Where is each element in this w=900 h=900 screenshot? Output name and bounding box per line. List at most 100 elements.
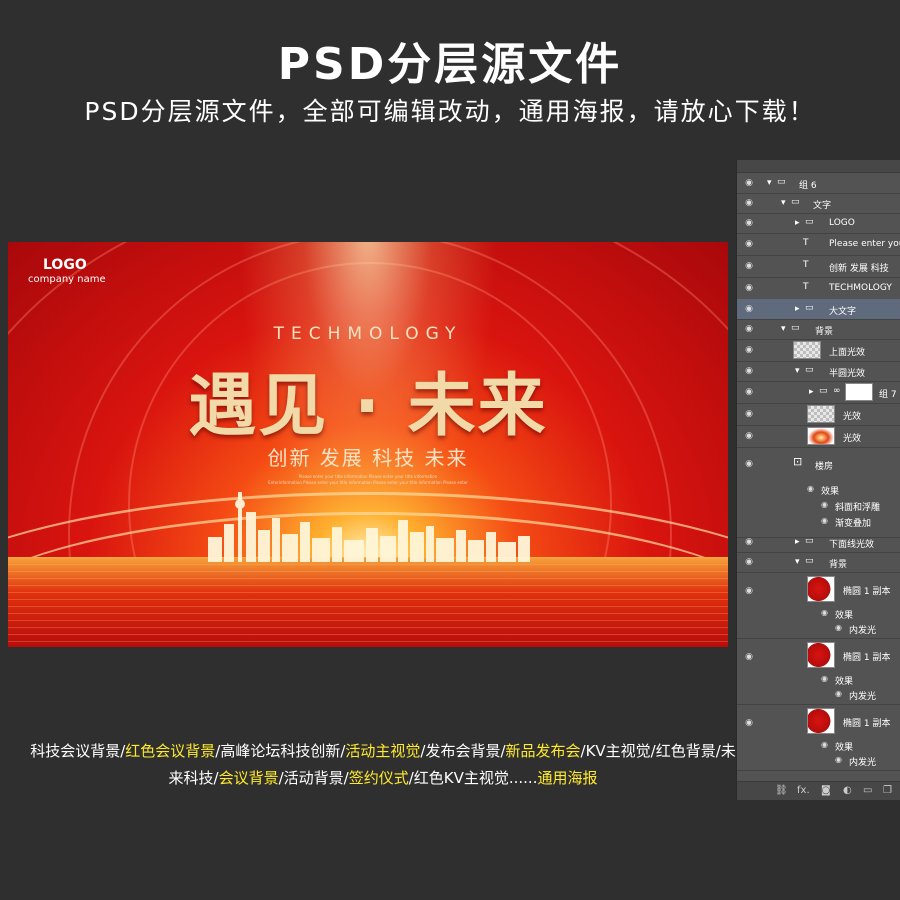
collapse-arrow-icon[interactable]: ▸ bbox=[809, 387, 814, 397]
effect-eye-icon[interactable]: ◉ bbox=[835, 755, 842, 764]
caption-highlight: 活动主视觉 bbox=[345, 742, 421, 760]
layer-label: TECHMOLOGY bbox=[829, 283, 892, 293]
visibility-eye-icon[interactable]: ◉ bbox=[743, 718, 755, 728]
layer-row-background-group[interactable]: ◉ ▾ ▭ 背景 bbox=[737, 319, 900, 340]
expand-arrow-icon[interactable]: ▾ bbox=[781, 198, 786, 208]
effects-label: 效果 bbox=[835, 677, 854, 687]
effect-eye-icon[interactable]: ◉ bbox=[821, 500, 828, 509]
expand-arrow-icon[interactable]: ▾ bbox=[795, 366, 800, 376]
visibility-eye-icon[interactable]: ◉ bbox=[743, 261, 755, 271]
poster-floor bbox=[8, 557, 728, 647]
visibility-eye-icon[interactable]: ◉ bbox=[743, 652, 755, 662]
visibility-eye-icon[interactable]: ◉ bbox=[743, 366, 755, 376]
caption-part: /红色KV主视觉...... bbox=[408, 769, 538, 787]
effect-eye-icon[interactable]: ◉ bbox=[835, 623, 842, 632]
visibility-eye-icon[interactable]: ◉ bbox=[743, 459, 755, 469]
layer-label: 背景 bbox=[829, 560, 848, 570]
layer-row-ellipse-copy[interactable]: ◉ 椭圆 1 副本 ◉ 效果 ◉ 内发光 bbox=[737, 638, 900, 705]
poster-company-name: company name bbox=[28, 274, 106, 285]
visibility-eye-icon[interactable]: ◉ bbox=[743, 409, 755, 419]
visibility-eye-icon[interactable]: ◉ bbox=[743, 239, 755, 249]
folder-icon: ▭ bbox=[805, 217, 814, 227]
layer-row-text[interactable]: ◉ T TECHMOLOGY bbox=[737, 277, 900, 300]
visibility-eye-icon[interactable]: ◉ bbox=[743, 304, 755, 314]
effect-inner-glow-label: 内发光 bbox=[849, 692, 877, 702]
layer-row-text[interactable]: ◉ T Please enter you bbox=[737, 233, 900, 256]
collapse-arrow-icon[interactable]: ▸ bbox=[795, 304, 800, 314]
folder-icon: ▭ bbox=[805, 365, 814, 375]
layers-panel: ◉ ▾ ▭ 组 6 ◉ ▾ ▭ 文字 ◉ ▸ ▭ LOGO ◉ T Please… bbox=[736, 160, 900, 800]
keyword-caption: 科技会议背景/红色会议背景/高峰论坛科技创新/活动主视觉/发布会背景/新品发布会… bbox=[30, 738, 736, 792]
caption-part: /高峰论坛科技创新/ bbox=[215, 742, 346, 760]
expand-arrow-icon[interactable]: ▾ bbox=[781, 324, 786, 334]
layer-row-background-subgroup[interactable]: ◉ ▾ ▭ 背景 bbox=[737, 552, 900, 573]
poster-tagline: TECHMOLOGY bbox=[273, 324, 463, 344]
effects-label: 效果 bbox=[835, 743, 854, 753]
layer-row-text-group[interactable]: ◉ ▾ ▭ 文字 bbox=[737, 193, 900, 214]
visibility-eye-icon[interactable]: ◉ bbox=[743, 218, 755, 228]
collapse-arrow-icon[interactable]: ▸ bbox=[795, 218, 800, 228]
visibility-eye-icon[interactable]: ◉ bbox=[743, 345, 755, 355]
layer-row-light[interactable]: ◉ 光效 bbox=[737, 425, 900, 448]
visibility-eye-icon[interactable]: ◉ bbox=[743, 537, 755, 547]
new-layer-icon[interactable]: ❐ bbox=[883, 785, 892, 796]
effect-eye-icon[interactable]: ◉ bbox=[821, 674, 828, 683]
layer-row-big-text[interactable]: ◉ ▸ ▭ 大文字 bbox=[737, 299, 900, 320]
effect-eye-icon[interactable]: ◉ bbox=[821, 608, 828, 617]
layer-thumbnail bbox=[807, 576, 835, 602]
layer-thumbnail bbox=[807, 642, 835, 668]
effect-eye-icon[interactable]: ◉ bbox=[835, 689, 842, 698]
page-subtitle: PSD分层源文件，全部可编辑改动，通用海报，请放心下载！ bbox=[84, 97, 816, 126]
mask-icon[interactable]: ◙ bbox=[821, 785, 831, 796]
layer-row-buildings[interactable]: ◉ ⊡ 楼房 ◉ 效果 ◉ 斜面和浮雕 ◉ 渐变叠加 bbox=[737, 447, 900, 538]
layer-label: 组 6 bbox=[799, 181, 817, 191]
poster-small-text: Please enter your title information Plea… bbox=[298, 474, 438, 479]
layer-row-logo[interactable]: ◉ ▸ ▭ LOGO bbox=[737, 213, 900, 234]
visibility-eye-icon[interactable]: ◉ bbox=[743, 283, 755, 293]
layer-row-ellipse-copy[interactable]: ◉ 椭圆 1 副本 ◉ 效果 ◉ 内发光 bbox=[737, 572, 900, 639]
fx-icon[interactable]: fx. bbox=[797, 785, 810, 796]
visibility-eye-icon[interactable]: ◉ bbox=[743, 586, 755, 596]
layer-label: 光效 bbox=[843, 434, 862, 444]
layer-row-text[interactable]: ◉ T 创新 发展 科技 bbox=[737, 255, 900, 278]
expand-arrow-icon[interactable]: ▾ bbox=[795, 557, 800, 567]
link-icon[interactable]: ⛓ bbox=[775, 785, 788, 796]
layer-label: 上面光效 bbox=[829, 348, 866, 358]
collapse-arrow-icon[interactable]: ▸ bbox=[795, 537, 800, 547]
visibility-eye-icon[interactable]: ◉ bbox=[743, 387, 755, 397]
effects-label: 效果 bbox=[821, 487, 840, 497]
layer-row-half-circle-light[interactable]: ◉ ▾ ▭ 半圆光效 bbox=[737, 361, 900, 382]
visibility-eye-icon[interactable]: ◉ bbox=[743, 198, 755, 208]
layer-label: Please enter you bbox=[829, 239, 900, 249]
visibility-eye-icon[interactable]: ◉ bbox=[743, 557, 755, 567]
layer-thumbnail bbox=[807, 405, 835, 423]
layer-row-ellipse-copy[interactable]: ◉ 椭圆 1 副本 ◉ 效果 ◉ 内发光 bbox=[737, 704, 900, 771]
folder-icon[interactable]: ▭ bbox=[863, 785, 872, 796]
poster-logo: LOGO bbox=[43, 257, 87, 273]
effect-eye-icon[interactable]: ◉ bbox=[807, 484, 814, 493]
effect-eye-icon[interactable]: ◉ bbox=[821, 516, 828, 525]
visibility-eye-icon[interactable]: ◉ bbox=[743, 431, 755, 441]
effect-eye-icon[interactable]: ◉ bbox=[821, 740, 828, 749]
visibility-eye-icon[interactable]: ◉ bbox=[743, 178, 755, 188]
visibility-eye-icon[interactable]: ◉ bbox=[743, 324, 755, 334]
layer-row-bottom-line-light[interactable]: ◉ ▸ ▭ 下面线光效 bbox=[737, 532, 900, 553]
layer-thumbnail bbox=[807, 427, 835, 445]
effect-inner-glow-label: 内发光 bbox=[849, 626, 877, 636]
folder-icon: ▭ bbox=[777, 177, 786, 187]
layer-label: 创新 发展 科技 bbox=[829, 264, 889, 274]
layer-label: 下面线光效 bbox=[829, 540, 875, 550]
expand-arrow-icon[interactable]: ▾ bbox=[767, 178, 772, 188]
layer-row-top-light[interactable]: ◉ 上面光效 bbox=[737, 339, 900, 362]
layer-row-group-6[interactable]: ◉ ▾ ▭ 组 6 bbox=[737, 173, 900, 194]
layer-label: 组 7 bbox=[879, 390, 897, 400]
caption-highlight: 通用海报 bbox=[537, 769, 598, 787]
layer-label: 大文字 bbox=[829, 307, 857, 317]
layer-row-group-7[interactable]: ◉ ▸ ▭ ∞ 组 7 bbox=[737, 381, 900, 404]
effect-gradient-label: 渐变叠加 bbox=[835, 519, 872, 529]
folder-icon: ▭ bbox=[805, 536, 814, 546]
layers-panel-footer: ⛓ fx. ◙ ◐ ▭ ❐ bbox=[737, 781, 900, 800]
layer-row-light[interactable]: ◉ 光效 bbox=[737, 403, 900, 426]
poster-preview: LOGO company name TECHMOLOGY 遇见 · 未来 创新 … bbox=[8, 242, 728, 647]
adjustment-icon[interactable]: ◐ bbox=[843, 785, 852, 796]
